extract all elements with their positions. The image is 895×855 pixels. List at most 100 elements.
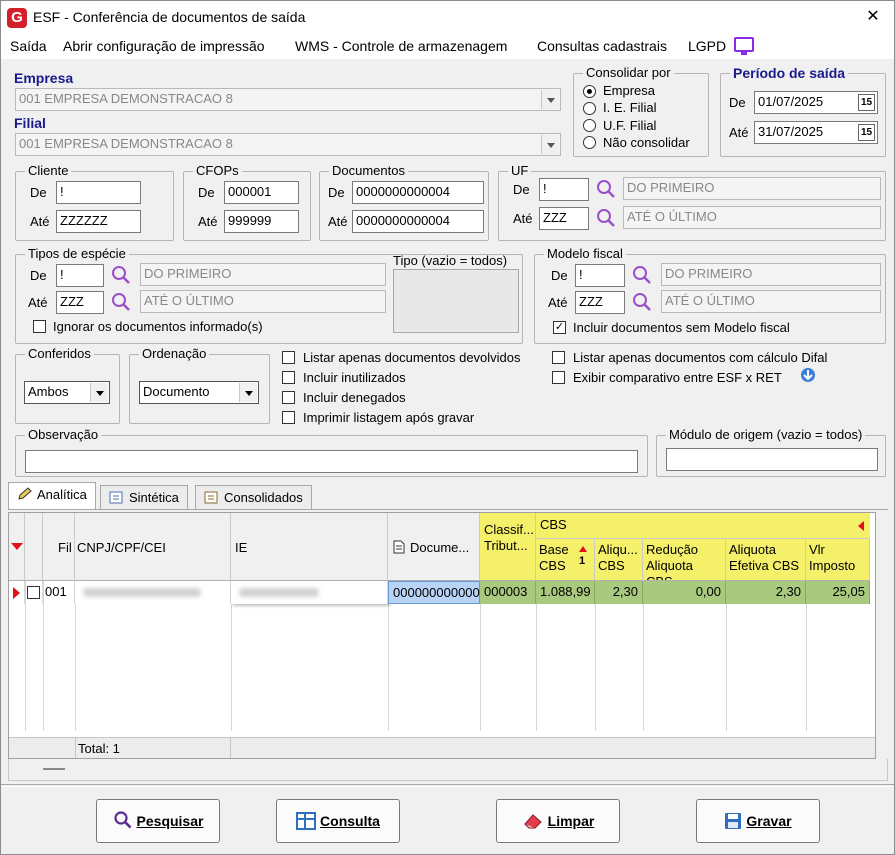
periodo-de-input[interactable]: 01/07/2025 15 [754,91,878,114]
table-icon [296,812,317,830]
cliente-de-input[interactable]: ! [56,181,141,204]
menu-saida[interactable]: Saída [10,38,47,54]
divider [1,786,894,787]
documentos-ate-input[interactable]: 0000000000004 [352,210,484,233]
uf-ate-input[interactable]: ZZZ [539,207,589,230]
incluir-sem-modelo-checkbox[interactable]: ✓ [553,321,566,334]
modelo-ate-input[interactable]: ZZZ [575,291,625,314]
grid-header-reducao[interactable]: Redução Aliquota CBS [643,539,726,581]
header-cnpj-label: CNPJ/CPF/CEI [77,540,166,555]
cell-aliq[interactable]: 2,30 [595,581,643,604]
chevron-down-icon[interactable] [541,90,559,109]
cell-vlr[interactable]: 25,05 [806,581,870,604]
menu-consultas-cadastrais[interactable]: Consultas cadastrais [537,38,667,54]
cell-reducao[interactable]: 0,00 [643,581,726,604]
search-icon[interactable] [631,291,653,313]
modulo-origem-input[interactable] [666,448,878,471]
cell-documento[interactable]: 0000000000004 [388,581,487,604]
grid-header-aliq-cbs[interactable]: Aliqu... CBS [595,539,643,581]
cfops-title: CFOPs [193,163,242,178]
gravar-button[interactable]: Gravar [696,799,820,843]
menu-wms[interactable]: WMS - Controle de armazenagem [295,38,507,54]
cliente-ate-input[interactable]: ZZZZZZ [56,210,141,233]
menu-abrir-configuracao[interactable]: Abrir configuração de impressão [63,38,265,54]
row-checkbox[interactable] [27,586,40,599]
imprimir-listagem-checkbox[interactable] [282,411,295,424]
monitor-icon[interactable] [734,37,754,55]
cell-cnpj[interactable] [75,581,231,604]
cell-ie[interactable] [231,581,388,604]
empresa-combo[interactable]: 001 EMPRESA DEMONSTRACAO 8 [15,88,561,111]
ordenacao-combo[interactable]: Documento [139,381,259,404]
tab-consolidados-label: Consolidados [224,490,303,505]
grid-header-classif[interactable]: Classif... Tribut... [480,513,536,581]
menu-lgpd[interactable]: LGPD [688,38,726,54]
cfops-de-input[interactable]: 000001 [224,181,299,204]
grid-header-cnpj[interactable]: CNPJ/CPF/CEI [75,513,231,581]
radio-ie-filial[interactable] [583,102,596,115]
calendar-icon[interactable]: 15 [858,94,875,111]
download-info-icon[interactable] [797,367,819,385]
grid-header-documento[interactable]: Docume... [388,513,480,581]
grid-check-header[interactable] [25,513,43,581]
pesquisar-button[interactable]: Pesquisar [96,799,220,843]
search-icon[interactable] [595,207,617,229]
tipos-ate-label: Até [28,295,48,310]
search-icon[interactable] [110,291,132,313]
tipos-ate-desc: ATÉ O ÚLTIMO [140,290,386,313]
chevron-down-icon[interactable] [239,383,257,402]
documentos-de-input[interactable]: 0000000000004 [352,181,484,204]
grid-header-vlr-imposto[interactable]: Vlr Imposto ... [806,539,870,581]
radio-uf-filial[interactable] [583,119,596,132]
tipo-vazio-list[interactable] [393,269,519,333]
cell-base[interactable]: 1.088,99 [536,581,595,604]
tab-analitica-label: Analítica [37,487,87,502]
chevron-down-icon[interactable] [90,383,108,402]
tipos-ate-input[interactable]: ZZZ [56,291,104,314]
search-icon[interactable] [631,264,653,286]
cfops-ate-input[interactable]: 999999 [224,210,299,233]
cliente-de-label: De [30,185,47,200]
filial-combo[interactable]: 001 EMPRESA DEMONSTRACAO 8 [15,133,561,156]
grid-header-ie[interactable]: IE [231,513,388,581]
limpar-button[interactable]: Limpar [496,799,620,843]
grid-header-aliq-efetiva[interactable]: Aliquota Efetiva CBS [726,539,806,581]
tab-analitica[interactable]: Analítica [8,482,96,510]
uf-de-input[interactable]: ! [539,178,589,201]
close-button[interactable]: ✕ [859,5,887,29]
empresa-value: 001 EMPRESA DEMONSTRACAO 8 [19,91,233,106]
periodo-ate-input[interactable]: 31/07/2025 15 [754,121,878,144]
row-select[interactable] [25,581,43,604]
radio-empresa[interactable] [583,85,596,98]
search-icon[interactable] [595,178,617,200]
grid-header-fil[interactable]: Fil [43,513,75,581]
modelo-de-input[interactable]: ! [575,264,625,287]
main-window: G ESF - Conferência de documentos de saí… [0,0,895,855]
pesquisar-label: Pesquisar [136,813,204,829]
search-icon[interactable] [110,264,132,286]
incluir-inutilizados-checkbox[interactable] [282,371,295,384]
collapse-left-icon[interactable] [858,521,864,531]
listar-difal-checkbox[interactable] [552,351,565,364]
uf-ate-desc: ATÉ O ÚLTIMO [623,206,881,229]
chevron-down-icon[interactable] [541,135,559,154]
horizontal-scrollbar[interactable] [43,768,65,770]
cell-fil[interactable]: 001 [43,581,75,604]
conferidos-combo[interactable]: Ambos [24,381,110,404]
radio-nao-consolidar[interactable] [583,136,596,149]
calendar-icon[interactable]: 15 [858,124,875,141]
consulta-button[interactable]: Consulta [276,799,400,843]
cell-classif[interactable]: 000003 [480,581,536,604]
exibir-comparativo-checkbox[interactable] [552,371,565,384]
grid-header-base-cbs[interactable]: Base CBS 1 [536,539,595,581]
observacao-input[interactable] [25,450,638,473]
redacted-blur [83,588,201,597]
tipos-de-input[interactable]: ! [56,264,104,287]
tab-sintetica[interactable]: Sintética [100,485,188,509]
incluir-denegados-checkbox[interactable] [282,391,295,404]
tab-consolidados[interactable]: Consolidados [195,485,312,509]
ignorar-checkbox[interactable] [33,320,46,333]
listar-devolvidos-checkbox[interactable] [282,351,295,364]
table-row[interactable]: 001 0000000000004 000003 1.088,99 2,30 0… [9,581,870,604]
cell-aliq-efetiva[interactable]: 2,30 [726,581,806,604]
